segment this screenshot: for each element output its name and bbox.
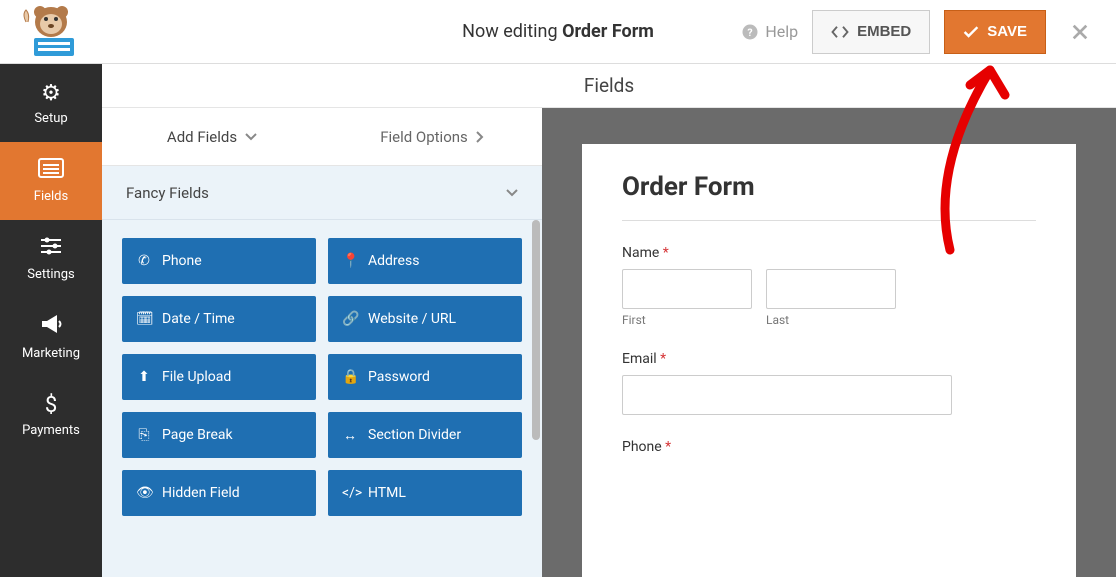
tab-field-options[interactable]: Field Options — [322, 108, 542, 165]
form-field-phone[interactable]: Phone * — [622, 439, 1036, 455]
field-html[interactable]: </>HTML — [328, 470, 522, 516]
calendar-icon: 🗓 — [136, 311, 152, 327]
help-link[interactable]: ? Help — [741, 22, 798, 41]
sub-label: Last — [766, 313, 896, 327]
header: Now editing Order Form ? Help EMBED SAVE — [0, 0, 1116, 64]
chevron-down-icon — [245, 133, 257, 141]
field-password[interactable]: 🔒Password — [328, 354, 522, 400]
field-upload[interactable]: ⬆File Upload — [122, 354, 316, 400]
divider-icon: ↔ — [342, 427, 358, 444]
field-divider[interactable]: ↔Section Divider — [328, 412, 522, 458]
svg-text:?: ? — [748, 25, 753, 38]
sub-label: First — [622, 313, 752, 327]
fields-panel: Add Fields Field Options Fancy Fields ✆P… — [102, 108, 542, 577]
sidebar-item-settings[interactable]: Settings — [0, 220, 102, 298]
last-name-input[interactable] — [766, 269, 896, 309]
pagebreak-icon: ⎘ — [136, 427, 152, 443]
form-icon — [38, 158, 64, 184]
sidebar-item-label: Settings — [27, 267, 74, 282]
logo — [16, 4, 86, 59]
upload-icon: ⬆ — [136, 369, 152, 385]
first-name-input[interactable] — [622, 269, 752, 309]
email-input[interactable] — [622, 375, 952, 415]
sliders-icon — [39, 236, 63, 262]
form-title: Order Form — [622, 172, 1036, 202]
field-phone[interactable]: ✆Phone — [122, 238, 316, 284]
accordion-fancy-fields[interactable]: Fancy Fields — [102, 166, 542, 220]
preview-area: Order Form Name * First Last — [542, 108, 1116, 577]
sidebar-item-label: Marketing — [22, 346, 80, 361]
code-icon — [831, 25, 849, 39]
gear-icon: ⚙ — [41, 81, 61, 106]
save-button[interactable]: SAVE — [944, 10, 1046, 54]
divider — [622, 220, 1036, 221]
chevron-right-icon — [476, 131, 484, 143]
chevron-down-icon — [506, 189, 518, 197]
close-button[interactable] — [1060, 12, 1100, 52]
close-icon — [1071, 23, 1089, 41]
form-preview[interactable]: Order Form Name * First Last — [582, 144, 1076, 577]
sidebar: ⚙ Setup Fields Settings Marketing $ Paym… — [0, 64, 102, 577]
pin-icon: 📍 — [342, 253, 358, 269]
sidebar-item-label: Fields — [34, 189, 68, 204]
field-grid: ✆Phone 📍Address 🗓Date / Time 🔗Website / … — [102, 220, 542, 534]
field-website[interactable]: 🔗Website / URL — [328, 296, 522, 342]
megaphone-icon — [39, 313, 63, 341]
dollar-icon: $ — [45, 393, 57, 418]
hidden-icon: 👁 — [136, 485, 152, 501]
field-label: Name * — [622, 245, 1036, 261]
phone-icon: ✆ — [136, 253, 152, 269]
form-field-email[interactable]: Email * — [622, 351, 1036, 415]
sidebar-item-label: Setup — [34, 111, 67, 126]
check-icon — [963, 25, 979, 39]
field-pagebreak[interactable]: ⎘Page Break — [122, 412, 316, 458]
lock-icon: 🔒 — [342, 369, 358, 385]
embed-button[interactable]: EMBED — [812, 10, 930, 54]
form-field-name[interactable]: Name * First Last — [622, 245, 1036, 327]
section-title: Fields — [102, 64, 1116, 108]
field-datetime[interactable]: 🗓Date / Time — [122, 296, 316, 342]
field-label: Email * — [622, 351, 1036, 367]
sidebar-item-label: Payments — [22, 423, 80, 438]
link-icon: 🔗 — [342, 311, 358, 327]
code-icon: </> — [342, 485, 358, 501]
page-title: Now editing Order Form — [462, 21, 654, 42]
scrollbar[interactable] — [532, 220, 540, 440]
field-address[interactable]: 📍Address — [328, 238, 522, 284]
tab-add-fields[interactable]: Add Fields — [102, 108, 322, 165]
sidebar-item-payments[interactable]: $ Payments — [0, 376, 102, 454]
sidebar-item-fields[interactable]: Fields — [0, 142, 102, 220]
sidebar-item-setup[interactable]: ⚙ Setup — [0, 64, 102, 142]
field-label: Phone * — [622, 439, 1036, 455]
sidebar-item-marketing[interactable]: Marketing — [0, 298, 102, 376]
help-icon: ? — [741, 23, 759, 41]
field-hidden[interactable]: 👁Hidden Field — [122, 470, 316, 516]
